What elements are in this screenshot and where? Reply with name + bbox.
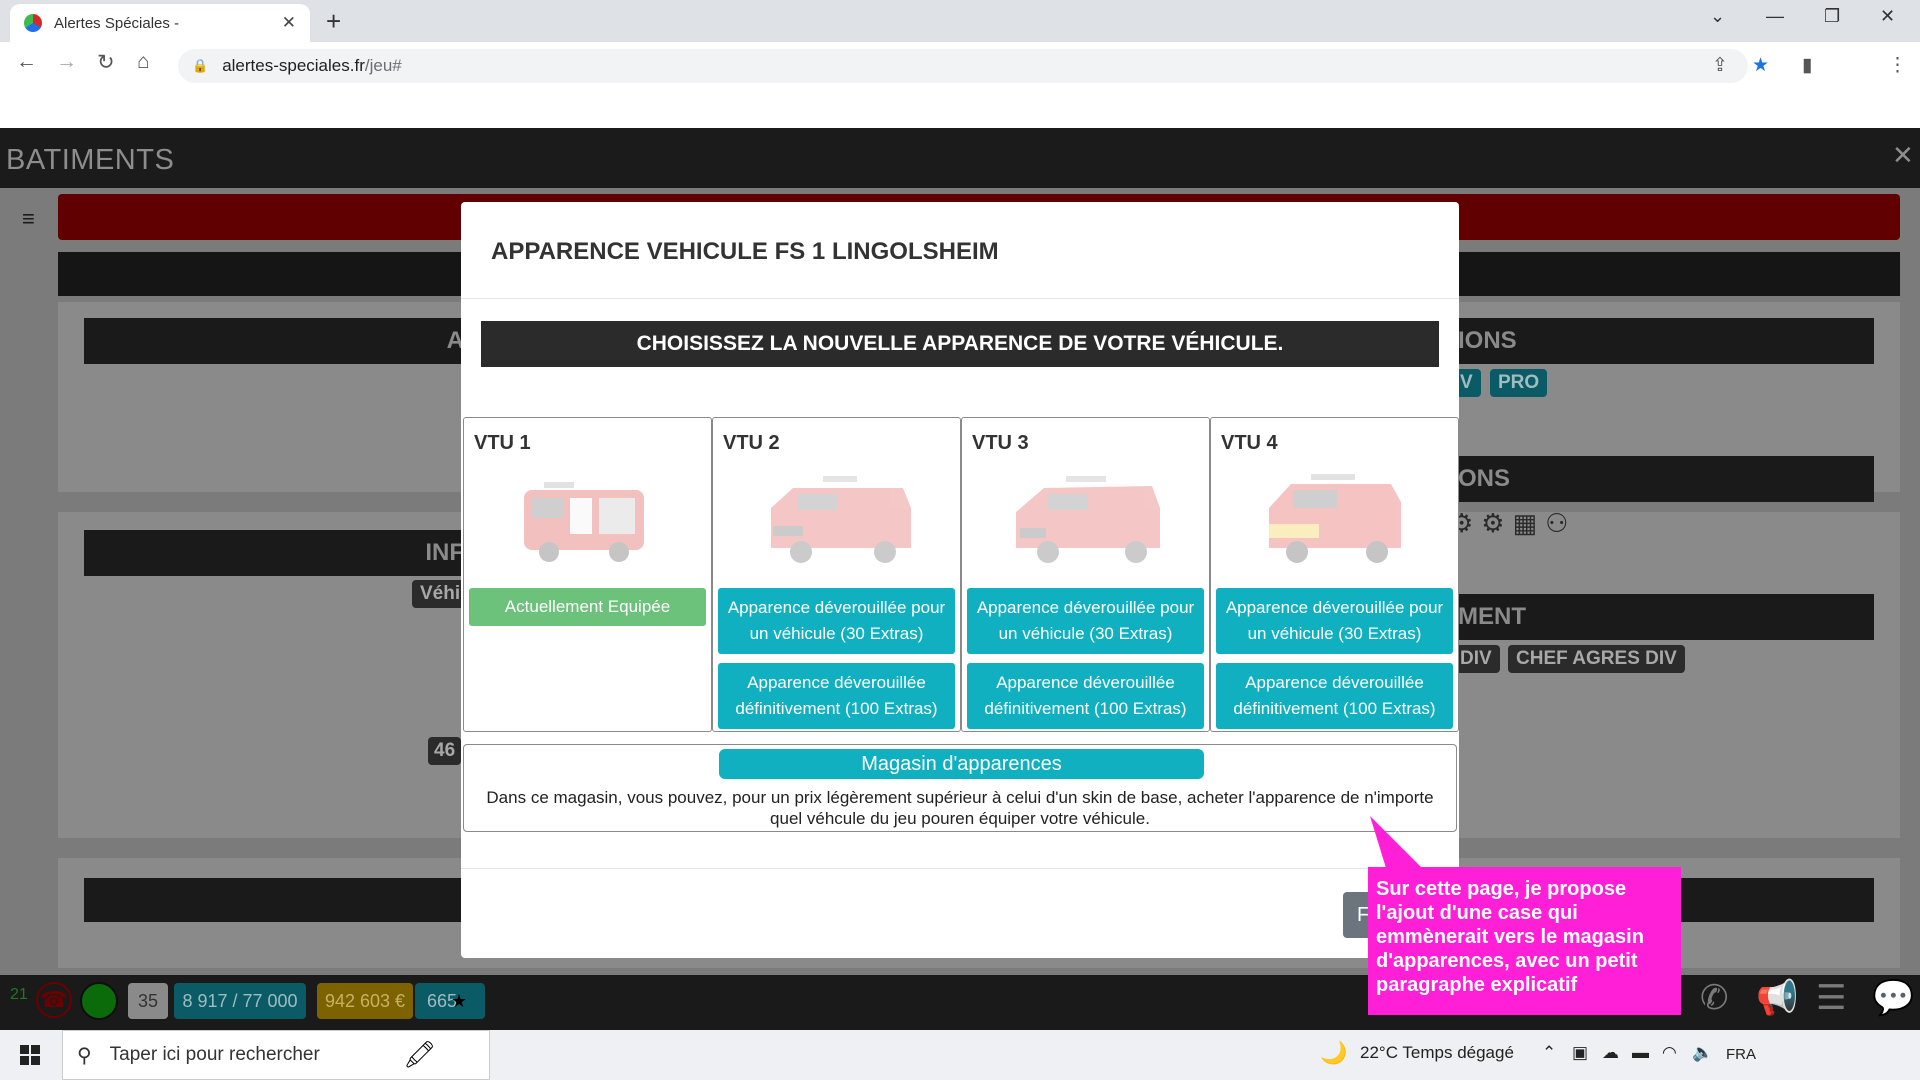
side-panel-icon[interactable]: ▮	[1802, 54, 1812, 77]
appearance-shop-box: Magasin d'apparences Dans ce magasin, vo…	[463, 744, 1457, 832]
taskbar-search-placeholder: Taper ici pour rechercher	[109, 1044, 320, 1065]
menu-lines-icon[interactable]: ☰	[1816, 978, 1846, 1018]
section-strip-right-3: MENT	[1456, 594, 1874, 640]
restore-icon[interactable]: ❐	[1824, 6, 1840, 27]
panel-close-icon[interactable]: ✕	[1892, 140, 1914, 171]
fire-van-image	[771, 476, 911, 563]
home-icon[interactable]: ⌂	[137, 50, 150, 74]
lock-icon[interactable]: 🔒	[192, 58, 208, 74]
url-domain: alertes-speciales.fr	[222, 56, 365, 75]
fire-van-image	[1269, 474, 1401, 563]
tray-chevron-icon[interactable]: ⌃	[1542, 1043, 1556, 1063]
unlock-permanent-button[interactable]: Apparence déverouillée définitivement (1…	[1216, 663, 1453, 729]
moon-weather-icon: 🌙	[1320, 1040, 1348, 1065]
appearance-shop-description: Dans ce magasin, vous pouvez, pour un pr…	[486, 788, 1434, 828]
unlock-single-vehicle-button[interactable]: Apparence déverouillée pour un véhicule …	[967, 588, 1204, 654]
card-title: VTU 4	[1221, 432, 1278, 454]
vehicle-chip: Véhi	[412, 580, 469, 608]
hamburger-icon[interactable]: ≡	[22, 206, 35, 232]
modal-title: APPARENCE VEHICULE FS 1 LINGOLSHEIM	[491, 238, 999, 265]
status-green-icon[interactable]	[80, 982, 118, 1020]
section-strip-right-1: IONS	[1456, 318, 1874, 364]
tab-title: Alertes Spéciales -	[54, 14, 180, 32]
section-strip-left-2: INF	[84, 530, 464, 576]
appearance-shop-button[interactable]: Magasin d'apparences	[719, 749, 1204, 779]
strip-text: INF	[425, 539, 464, 566]
tab-close-icon[interactable]: ✕	[282, 13, 296, 33]
unlock-permanent-button[interactable]: Apparence déverouillée définitivement (1…	[967, 663, 1204, 729]
minimize-icon[interactable]: —	[1766, 6, 1784, 27]
tab-search-icon[interactable]: ⌄	[1710, 6, 1725, 27]
vehicle-card: VTU 2 Apparence déverouillée pour un véh…	[712, 417, 961, 732]
calls-count: 21	[10, 986, 28, 1003]
vehicle-card: VTU 3 Apparence déverouillée pour un véh…	[961, 417, 1210, 732]
cloud-icon[interactable]: ☁	[1602, 1043, 1619, 1063]
callout-pointer	[1370, 816, 1422, 868]
annotation-callout: Sur cette page, je propose l'ajout d'une…	[1368, 867, 1681, 1015]
star-icon: ★	[451, 991, 468, 1011]
tray-device-icon[interactable]: ▣	[1572, 1043, 1588, 1063]
wifi-icon[interactable]: ◠	[1662, 1043, 1677, 1063]
choose-appearance-banner: CHOISISSEZ LA NOUVELLE APPARENCE DE VOTR…	[481, 321, 1439, 367]
modal-header: APPARENCE VEHICULE FS 1 LINGOLSHEIM	[461, 202, 1459, 299]
phone-icon[interactable]: ✆	[1700, 978, 1729, 1018]
vehicle-card: VTU 1 Actuellement Equipée	[463, 417, 712, 732]
browser-tab[interactable]: Alertes Spéciales - ✕	[10, 4, 310, 42]
section-strip-left-1: A	[84, 318, 464, 364]
count-chip: 46	[428, 737, 462, 765]
chat-icon[interactable]: 💬	[1872, 978, 1914, 1018]
back-icon[interactable]: ←	[16, 50, 37, 74]
capacity-badge: 8 917 / 77 000	[174, 983, 306, 1019]
site-favicon-icon	[24, 14, 42, 32]
bookmark-star-icon[interactable]: ★	[1752, 54, 1769, 77]
appearance-modal: APPARENCE VEHICULE FS 1 LINGOLSHEIM CHOI…	[461, 202, 1459, 958]
search-highlight-icon: 🖍	[403, 1039, 437, 1069]
vehicle-card: VTU 4 Apparence déverouillée pour un véh…	[1210, 417, 1459, 732]
volume-icon[interactable]: 🔈	[1692, 1043, 1713, 1063]
count-badge: 35	[128, 983, 168, 1019]
strip-text: ONS	[1458, 465, 1511, 492]
card-title: VTU 3	[972, 432, 1029, 454]
weather-text[interactable]: 22°C Temps dégagé	[1360, 1043, 1514, 1063]
language-indicator[interactable]: FRA	[1726, 1046, 1756, 1063]
page-title: BATIMENTS	[6, 144, 175, 176]
chip-div[interactable]: DIV	[1452, 645, 1500, 673]
stars-badge: 665★	[415, 983, 485, 1019]
money-badge: 942 603 €	[317, 983, 413, 1019]
phone-alert-icon[interactable]: ☎	[36, 982, 72, 1018]
chip-chef-agres-div[interactable]: CHEF AGRES DIV	[1508, 645, 1685, 673]
unlock-permanent-button[interactable]: Apparence déverouillée définitivement (1…	[718, 663, 955, 729]
currently-equipped-button[interactable]: Actuellement Equipée	[469, 588, 706, 626]
battery-icon[interactable]: ▬	[1632, 1043, 1649, 1063]
window-close-icon[interactable]: ✕	[1880, 6, 1895, 27]
fire-truck-image	[524, 482, 644, 562]
new-tab-icon[interactable]: +	[326, 6, 341, 37]
search-icon: ⚲	[77, 1044, 92, 1067]
reload-icon[interactable]: ↻	[97, 50, 115, 75]
strip-text: IONS	[1458, 327, 1517, 354]
card-title: VTU 1	[474, 432, 531, 454]
windows-start-icon[interactable]	[20, 1045, 40, 1065]
taskbar-search[interactable]: ⚲ Taper ici pour rechercher 🖍	[62, 1030, 490, 1080]
modal-footer-divider	[461, 868, 1459, 869]
address-bar[interactable]: 🔒 alertes-speciales.fr/jeu#	[178, 49, 1748, 83]
share-icon[interactable]: ⇪	[1712, 54, 1728, 77]
equipment-icons: ⚙⚙▦⚇	[1450, 508, 1577, 538]
url-path: /jeu#	[364, 56, 402, 75]
strip-text: MENT	[1458, 603, 1526, 630]
unlock-single-vehicle-button[interactable]: Apparence déverouillée pour un véhicule …	[1216, 588, 1453, 654]
unlock-single-vehicle-button[interactable]: Apparence déverouillée pour un véhicule …	[718, 588, 955, 654]
fire-van-image	[1016, 476, 1160, 563]
section-strip-right-2: ONS	[1456, 456, 1874, 502]
card-title: VTU 2	[723, 432, 780, 454]
chip-pro[interactable]: PRO	[1490, 369, 1548, 397]
menu-kebab-icon[interactable]: ⋮	[1888, 54, 1907, 77]
forward-icon[interactable]: →	[56, 50, 77, 74]
megaphone-icon[interactable]: 📢	[1756, 978, 1798, 1018]
buildings-header	[0, 128, 1920, 188]
